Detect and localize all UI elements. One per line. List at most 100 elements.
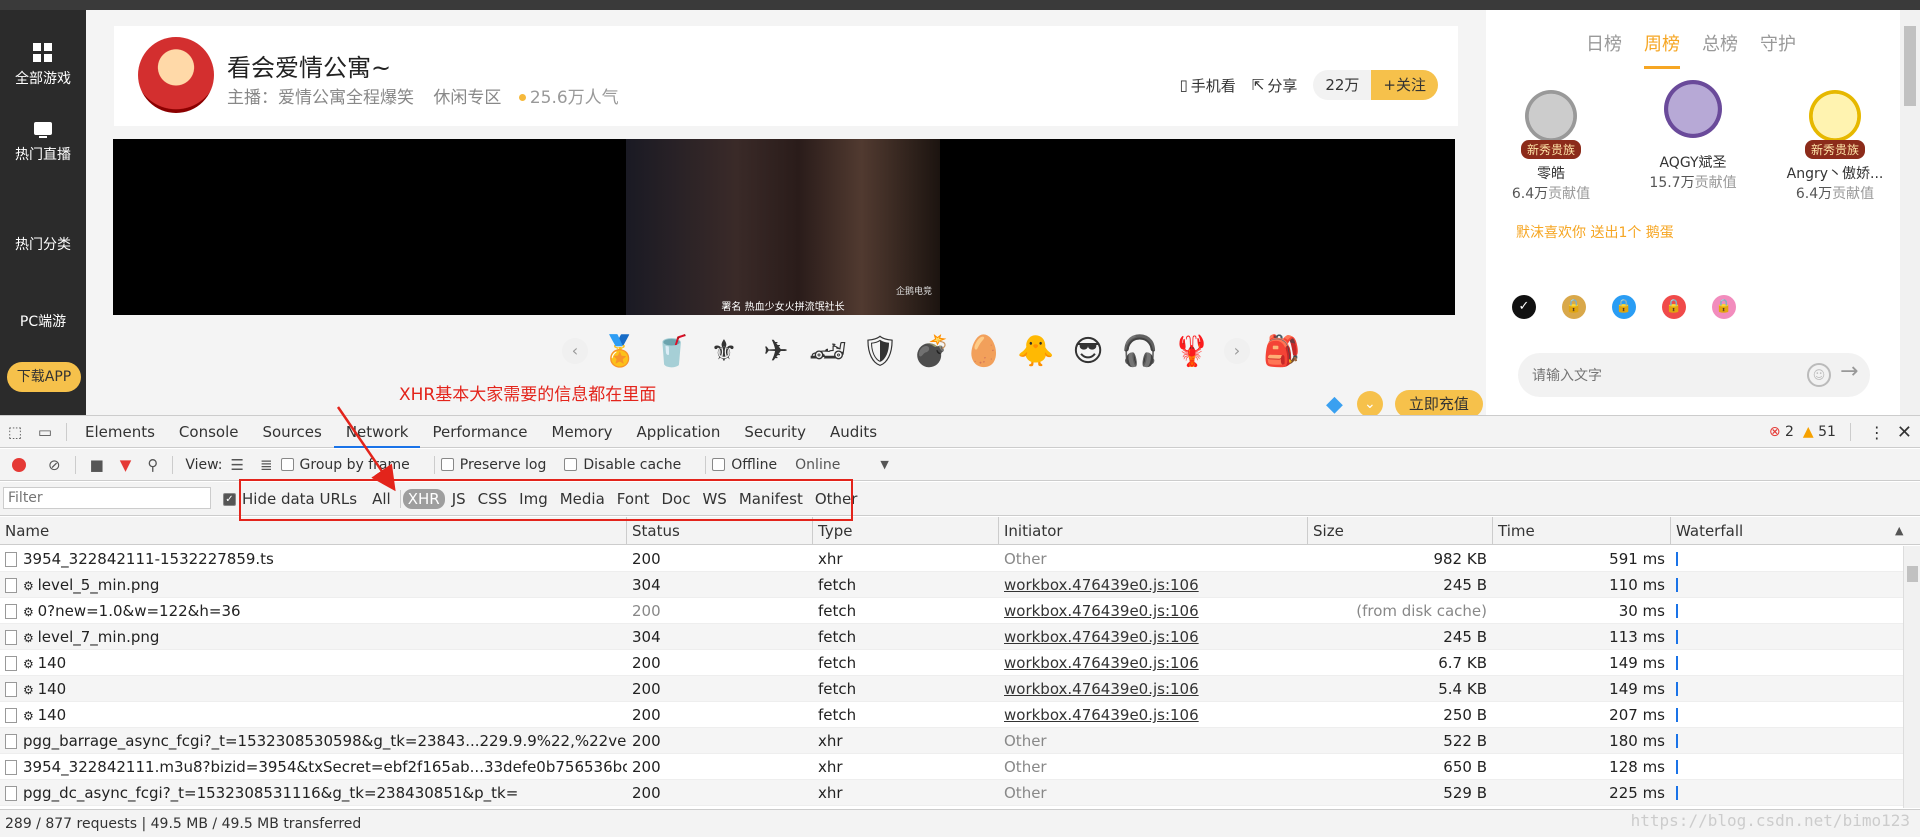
close-icon[interactable]: ✕ bbox=[1897, 422, 1912, 443]
cell-name[interactable]: ⚙ level_7_min.png bbox=[0, 624, 627, 650]
table-row[interactable]: ⚙ 140 200 fetch workbox.476439e0.js:106 250 … bbox=[0, 702, 1920, 728]
gift-cola-icon[interactable]: 🥤 bbox=[646, 326, 698, 376]
gift-car-icon[interactable]: 🏎 bbox=[802, 326, 854, 376]
cell-name[interactable]: pgg_dc_async_fcgi?_t=1532308531116&g_tk=… bbox=[0, 780, 627, 806]
col-name[interactable]: Name bbox=[0, 517, 627, 545]
nav-pc-games[interactable]: PC端游 bbox=[0, 311, 86, 331]
table-row[interactable]: ⚙ 140 200 fetch workbox.476439e0.js:106 5.4 … bbox=[0, 676, 1920, 702]
throttle-select[interactable]: Online bbox=[795, 457, 840, 473]
gift-cool-face-icon[interactable]: 😎 bbox=[1062, 326, 1114, 376]
preserve-log-checkbox[interactable] bbox=[440, 458, 454, 471]
clear-icon[interactable]: ⊘ bbox=[48, 456, 61, 474]
page-scrollbar[interactable] bbox=[1900, 10, 1920, 415]
filter-icon[interactable]: ▼ bbox=[120, 456, 132, 474]
table-row[interactable]: 3954_322842111-1532227859.ts 200 xhr Other 9… bbox=[0, 546, 1920, 572]
table-row[interactable]: 3954_322842111.m3u8?bizid=3954&txSecret=… bbox=[0, 754, 1920, 780]
gift-shield-icon[interactable]: 🛡 bbox=[854, 326, 906, 376]
share-button[interactable]: ⇱ 分享 bbox=[1252, 75, 1298, 96]
cell-initiator[interactable]: workbox.476439e0.js:106 bbox=[999, 624, 1308, 650]
gift-cannon-icon[interactable]: 💣 bbox=[906, 326, 958, 376]
camera-icon[interactable]: ■ bbox=[90, 456, 104, 474]
col-waterfall[interactable]: Waterfall bbox=[1671, 517, 1903, 545]
table-row[interactable]: ⚙ 0?new=1.0&w=122&h=36 200 fetch workbox.47… bbox=[0, 598, 1920, 624]
gift-chick-icon[interactable]: 🐥 bbox=[1010, 326, 1062, 376]
table-row[interactable]: pgg_barrage_async_fcgi?_t=1532308530598&… bbox=[0, 728, 1920, 754]
hide-data-urls-checkbox[interactable]: ✓ bbox=[223, 492, 236, 506]
lock-blue-icon[interactable]: 🔒 bbox=[1612, 295, 1636, 319]
send-arrow-icon[interactable]: → bbox=[1840, 359, 1858, 384]
rank-fan-3[interactable]: 新秀贵族 Angry丶傲娇... 6.4万贡献值 bbox=[1770, 90, 1900, 203]
tab-performance[interactable]: Performance bbox=[420, 416, 539, 448]
col-size[interactable]: Size bbox=[1308, 517, 1493, 545]
offline-checkbox[interactable] bbox=[712, 458, 726, 471]
cell-name[interactable]: ⚙ level_5_min.png bbox=[0, 572, 627, 598]
waterfall-view-icon[interactable]: ≣ bbox=[260, 456, 273, 474]
emoji-icon[interactable]: ☺ bbox=[1807, 363, 1831, 387]
gift-headset-icon[interactable]: 🎧 bbox=[1114, 326, 1166, 376]
error-icon[interactable]: ⊗ bbox=[1769, 424, 1781, 440]
tab-memory[interactable]: Memory bbox=[540, 416, 625, 448]
rank-fan-1[interactable]: 新秀贵族 零皓 6.4万贡献值 bbox=[1486, 90, 1616, 203]
mobile-watch-button[interactable]: ▯ 手机看 bbox=[1179, 75, 1235, 96]
cell-name[interactable]: ⚙ 140 bbox=[0, 676, 627, 702]
nav-hot-category[interactable]: 热门分类 bbox=[0, 234, 86, 254]
check-icon[interactable]: ✓ bbox=[1512, 295, 1536, 319]
gift-lobster-icon[interactable]: 🦞 bbox=[1166, 326, 1218, 376]
search-icon[interactable]: ⚲ bbox=[147, 456, 158, 474]
lock-red-icon[interactable]: 🔒 bbox=[1662, 295, 1686, 319]
charge-button[interactable]: 立即充值 bbox=[1394, 390, 1483, 418]
chevron-down-icon[interactable]: ▼ bbox=[880, 458, 888, 471]
gift-crown-icon[interactable]: 🏅 bbox=[594, 326, 646, 376]
cell-name[interactable]: ⚙ 140 bbox=[0, 650, 627, 676]
table-scrollbar[interactable] bbox=[1903, 546, 1920, 808]
filter-input[interactable] bbox=[3, 487, 211, 509]
room-category[interactable]: 休闲专区 bbox=[433, 88, 501, 108]
gift-helmet-icon[interactable]: ⚜ bbox=[698, 326, 750, 376]
table-row[interactable]: pgg_dc_async_fcgi?_t=1532308531116&g_tk=… bbox=[0, 780, 1920, 806]
col-status[interactable]: Status bbox=[627, 517, 813, 545]
cell-name[interactable]: 3954_322842111.m3u8?bizid=3954&txSecret=… bbox=[0, 754, 627, 780]
tab-elements[interactable]: Elements bbox=[73, 416, 167, 448]
cell-name[interactable]: pgg_barrage_async_fcgi?_t=1532308530598&… bbox=[0, 728, 627, 754]
sort-up-icon[interactable]: ▲ bbox=[1895, 524, 1903, 537]
gift-egg-icon[interactable]: 🥚 bbox=[958, 326, 1010, 376]
cell-initiator[interactable]: workbox.476439e0.js:106 bbox=[999, 676, 1308, 702]
gift-backpack-icon[interactable]: 🎒 bbox=[1256, 326, 1308, 376]
video-player[interactable]: 企鹅电竞 署名 热血少女火拼流氓社长 bbox=[113, 139, 1455, 315]
follow-button[interactable]: +关注 bbox=[1371, 70, 1438, 100]
error-count[interactable]: 2 bbox=[1785, 424, 1794, 440]
disable-cache-checkbox[interactable] bbox=[564, 458, 578, 471]
download-app-button[interactable]: 下载APP bbox=[7, 362, 81, 392]
inspect-icon[interactable]: ⬚ bbox=[6, 423, 24, 441]
tab-security[interactable]: Security bbox=[732, 416, 818, 448]
col-type[interactable]: Type bbox=[813, 517, 999, 545]
lock-gold-icon[interactable]: 🔒 bbox=[1562, 295, 1586, 319]
lock-pink-icon[interactable]: 🔒 bbox=[1712, 295, 1736, 319]
col-initiator[interactable]: Initiator bbox=[999, 517, 1308, 545]
record-icon[interactable] bbox=[12, 457, 26, 472]
tab-guard[interactable]: 守护 bbox=[1760, 30, 1796, 69]
cell-initiator[interactable]: workbox.476439e0.js:106 bbox=[999, 572, 1308, 598]
tab-audits[interactable]: Audits bbox=[818, 416, 889, 448]
table-row[interactable]: ⚙ level_7_min.png 304 fetch workbox.476439e… bbox=[0, 624, 1920, 650]
col-time[interactable]: Time bbox=[1493, 517, 1671, 545]
cell-name[interactable]: 3954_322842111-1532227859.ts bbox=[0, 546, 627, 572]
nav-hot-live[interactable]: 热门直播 bbox=[0, 118, 86, 164]
list-view-icon[interactable]: ☰ bbox=[231, 456, 244, 474]
cell-initiator[interactable]: workbox.476439e0.js:106 bbox=[999, 702, 1308, 728]
tab-console[interactable]: Console bbox=[167, 416, 251, 448]
tab-sources[interactable]: Sources bbox=[250, 416, 333, 448]
gift-prev-icon[interactable]: ‹ bbox=[562, 338, 588, 364]
cell-name[interactable]: ⚙ 140 bbox=[0, 702, 627, 728]
gift-next-icon[interactable]: › bbox=[1224, 338, 1250, 364]
table-scrollbar-thumb[interactable] bbox=[1907, 566, 1918, 582]
cell-initiator[interactable]: workbox.476439e0.js:106 bbox=[999, 650, 1308, 676]
tab-application[interactable]: Application bbox=[625, 416, 733, 448]
tab-total[interactable]: 总榜 bbox=[1702, 30, 1738, 69]
page-scrollbar-thumb[interactable] bbox=[1904, 26, 1916, 106]
more-menu-icon[interactable]: ⋮ bbox=[1869, 423, 1885, 442]
group-by-frame-checkbox[interactable] bbox=[280, 458, 294, 471]
tab-day[interactable]: 日榜 bbox=[1586, 30, 1622, 69]
device-toggle-icon[interactable]: ▭ bbox=[36, 423, 54, 441]
anchor-avatar[interactable] bbox=[138, 37, 214, 113]
